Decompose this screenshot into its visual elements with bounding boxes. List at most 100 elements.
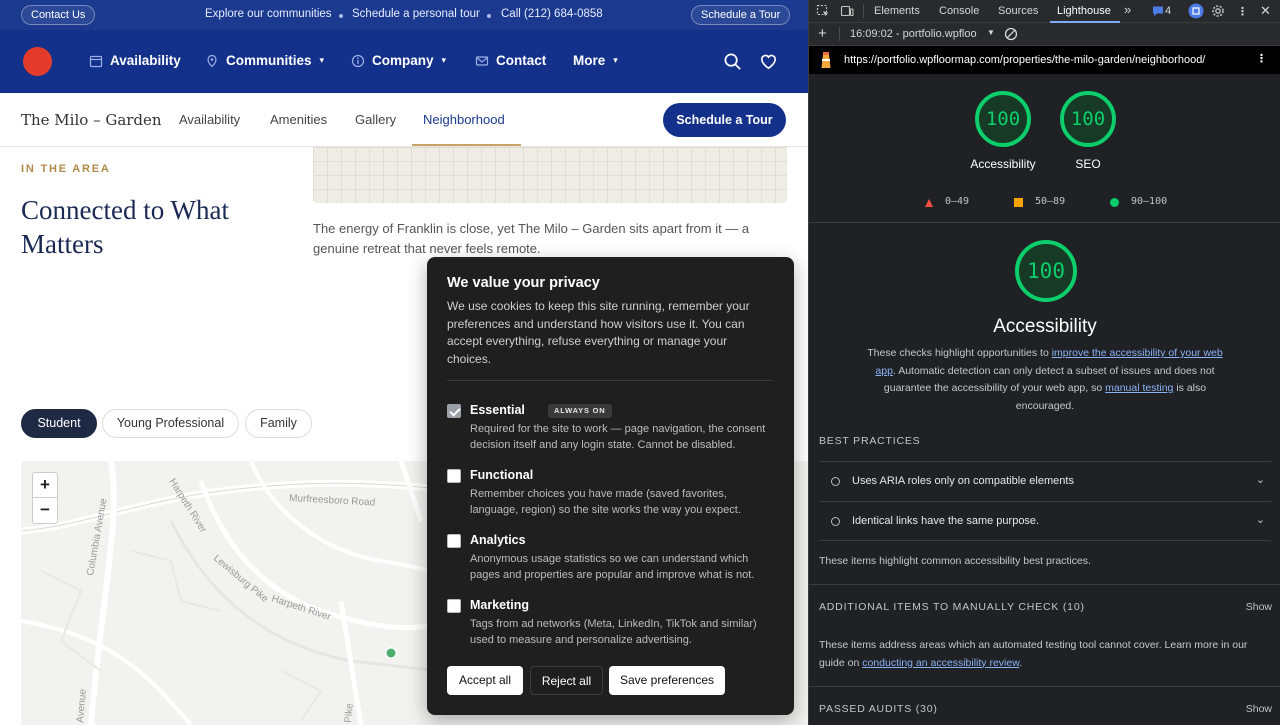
kebab-menu-icon[interactable]: ⋮ xyxy=(1256,52,1267,65)
extension-icon[interactable] xyxy=(1188,3,1204,19)
option-title: Essential xyxy=(470,403,525,417)
audit-status-icon xyxy=(831,477,840,486)
nav-availability-label: Availability xyxy=(110,53,181,68)
nav-company[interactable]: Company ▾ xyxy=(351,53,446,68)
always-on-badge: ALWAYS ON xyxy=(548,404,612,418)
manual-check-heading[interactable]: ADDITIONAL ITEMS TO MANUALLY CHECK (10) xyxy=(819,601,1085,613)
passed-audits-heading[interactable]: PASSED AUDITS (30) xyxy=(819,703,938,715)
cookie-consent-dialog: We value your privacy We use cookies to … xyxy=(427,257,794,715)
nav-more-label: More xyxy=(573,53,606,68)
search-icon[interactable] xyxy=(723,52,742,71)
screen: Contact Us Explore our communities Sched… xyxy=(0,0,1280,725)
gauge-accessibility[interactable]: 100 xyxy=(975,91,1031,147)
nav-more[interactable]: More ▾ xyxy=(573,53,618,68)
nav-communities[interactable]: Communities ▾ xyxy=(205,53,324,68)
save-preferences-button[interactable]: Save preferences xyxy=(609,666,725,695)
separator-dot xyxy=(339,14,343,18)
persona-chip-family[interactable]: Family xyxy=(245,409,312,438)
close-icon[interactable]: ✕ xyxy=(1260,3,1271,19)
section-headline: Connected to What Matters xyxy=(21,195,229,259)
nav-availability[interactable]: Availability xyxy=(89,53,181,68)
device-toolbar-icon[interactable] xyxy=(840,4,854,18)
legend-average: 50–89 xyxy=(1035,196,1066,207)
inspect-element-icon[interactable] xyxy=(816,4,830,18)
note-text: . xyxy=(1019,656,1023,669)
nav-company-label: Company xyxy=(372,53,434,68)
lighthouse-toolbar: + 16:09:02 - portfolio.wpfloo ▼ xyxy=(809,23,1280,46)
subnav-availability[interactable]: Availability xyxy=(179,112,240,127)
persona-chip-young-professional[interactable]: Young Professional xyxy=(102,409,239,438)
category-description: These checks highlight opportunities to … xyxy=(865,345,1225,415)
zoom-out-button[interactable]: − xyxy=(33,498,57,523)
accessibility-review-link[interactable]: conducting an accessibility review xyxy=(862,657,1019,669)
analytics-checkbox[interactable] xyxy=(447,534,461,548)
road-label: Murfreesboro Road xyxy=(289,493,376,508)
audit-title: Identical links have the same purpose. xyxy=(852,515,1040,527)
passed-audits-show-toggle[interactable]: Show xyxy=(1246,703,1272,715)
issues-icon[interactable] xyxy=(1151,4,1165,18)
chevron-down-icon[interactable]: ⌄ xyxy=(1256,473,1265,486)
divider xyxy=(809,584,1280,585)
subnav-gallery[interactable]: Gallery xyxy=(355,112,396,127)
tab-lighthouse[interactable]: Lighthouse xyxy=(1057,5,1111,17)
average-square-icon xyxy=(1014,198,1023,207)
kebab-menu-icon[interactable]: ⋮ xyxy=(1237,5,1248,18)
option-title[interactable]: Marketing xyxy=(470,598,529,612)
option-title[interactable]: Analytics xyxy=(470,533,526,547)
manual-check-show-toggle[interactable]: Show xyxy=(1246,601,1272,613)
plus-icon[interactable]: + xyxy=(818,25,827,42)
subnav-amenities[interactable]: Amenities xyxy=(270,112,327,127)
option-description: Tags from ad networks (Meta, LinkedIn, T… xyxy=(470,618,757,646)
mail-icon xyxy=(475,55,489,66)
manual-testing-link[interactable]: manual testing xyxy=(1105,382,1173,394)
utility-bar: Contact Us Explore our communities Sched… xyxy=(0,0,808,30)
gauge-seo[interactable]: 100 xyxy=(1060,91,1116,147)
nav-contact[interactable]: Contact xyxy=(475,53,546,68)
road-label: Pike xyxy=(343,702,356,723)
option-title[interactable]: Functional xyxy=(470,468,533,482)
schedule-tour-top-button[interactable]: Schedule a Tour xyxy=(691,5,791,25)
audit-item[interactable]: Identical links have the same purpose. ⌄ xyxy=(819,501,1271,541)
functional-checkbox[interactable] xyxy=(447,469,461,483)
road-label: Avenue xyxy=(75,688,89,723)
contact-us-button[interactable]: Contact Us xyxy=(21,5,96,25)
schedule-personal-tour-link[interactable]: Schedule a personal tour xyxy=(352,8,480,20)
property-brand[interactable]: The Milo – Garden xyxy=(21,111,162,129)
gear-icon[interactable] xyxy=(1211,4,1225,18)
chevron-down-icon[interactable]: ⌄ xyxy=(1256,513,1265,526)
devtools-tabbar: Elements Console Sources Lighthouse » 4 … xyxy=(809,0,1280,23)
chevron-down-icon[interactable]: ▼ xyxy=(987,28,995,37)
info-icon xyxy=(351,54,365,67)
persona-chip-student[interactable]: Student xyxy=(21,409,97,438)
phone-link[interactable]: Call (212) 684-0858 xyxy=(501,8,603,20)
more-tabs-icon[interactable]: » xyxy=(1124,2,1131,17)
tab-console[interactable]: Console xyxy=(939,5,979,17)
subnav-neighborhood[interactable]: Neighborhood xyxy=(423,112,505,127)
map-marker-dot xyxy=(386,648,396,658)
reject-all-button[interactable]: Reject all xyxy=(530,666,603,695)
explore-communities-link[interactable]: Explore our communities xyxy=(205,8,332,20)
cookie-body: We use cookies to keep this site running… xyxy=(447,299,750,366)
marketing-checkbox[interactable] xyxy=(447,599,461,613)
pass-circle-icon xyxy=(1110,198,1119,207)
zoom-in-button[interactable]: + xyxy=(33,473,57,498)
heart-icon[interactable] xyxy=(759,52,778,71)
map-preview-image xyxy=(313,147,787,203)
property-subnav: The Milo – Garden Availability Amenities… xyxy=(0,93,808,147)
tab-sources[interactable]: Sources xyxy=(998,5,1038,17)
main-score-gauge: 100 xyxy=(1015,240,1077,302)
clear-icon[interactable] xyxy=(1004,27,1018,41)
website-viewport: Contact Us Explore our communities Sched… xyxy=(0,0,808,725)
map-pin-icon xyxy=(207,54,217,67)
essential-checkbox xyxy=(447,404,461,418)
report-url[interactable]: https://portfolio.wpfloormap.com/propert… xyxy=(844,54,1205,66)
tab-elements[interactable]: Elements xyxy=(874,5,920,17)
manual-check-note: These items address areas which an autom… xyxy=(819,637,1274,672)
fail-triangle-icon xyxy=(925,199,933,207)
site-logo[interactable] xyxy=(23,47,52,76)
best-practices-heading: BEST PRACTICES xyxy=(819,435,921,447)
audit-item[interactable]: Uses ARIA roles only on compatible eleme… xyxy=(819,461,1271,501)
schedule-tour-button[interactable]: Schedule a Tour xyxy=(663,103,786,137)
report-selector[interactable]: 16:09:02 - portfolio.wpfloo xyxy=(850,28,977,40)
accept-all-button[interactable]: Accept all xyxy=(447,666,523,695)
